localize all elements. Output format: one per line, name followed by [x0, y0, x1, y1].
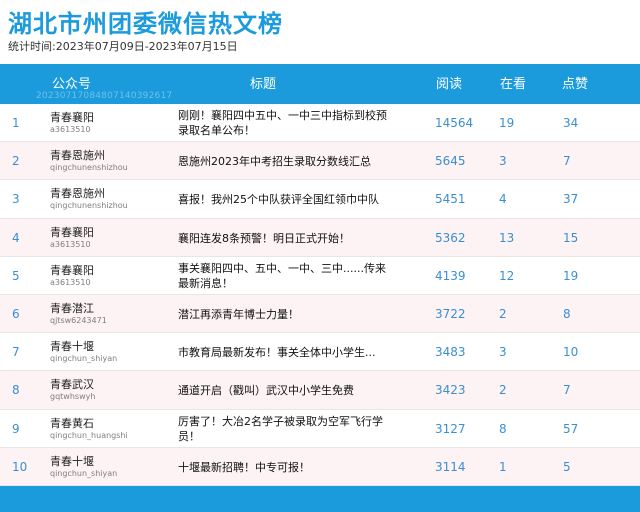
account-id: a3613510: [50, 239, 91, 249]
article-title[interactable]: 通道开启（戳叫）武汉中小学生免费: [178, 383, 393, 398]
account-id: qjtsw6243471: [50, 315, 107, 325]
table-row[interactable]: 7 青春十堰 qingchun_shiyan 市教育局最新发布！事关全体中小学生…: [0, 333, 640, 372]
account-name: 青春恩施州: [50, 187, 105, 201]
read-count: 5645: [435, 154, 466, 169]
row-rank: 10: [12, 459, 28, 474]
read-count: 4139: [435, 268, 466, 283]
page-title: 湖北市州团委微信热文榜: [8, 10, 283, 38]
article-title[interactable]: 刚刚！襄阳四中五中、一中三中指标到校预录取名单公布！: [178, 108, 393, 138]
row-rank: 8: [12, 383, 20, 398]
account-name: 青春襄阳: [50, 225, 94, 239]
account-name: 青春十堰: [50, 340, 94, 354]
read-count: 3127: [435, 421, 466, 436]
footer-bar: [0, 486, 640, 512]
like-count: 7: [563, 383, 571, 398]
article-title[interactable]: 襄阳连发8条预警！明日正式开始！: [178, 231, 393, 246]
table-row[interactable]: 10 青春十堰 qingchun_shiyan 十堰最新招聘！中专可报！ 311…: [0, 447, 640, 486]
account-id: qingchunenshizhou: [50, 163, 128, 173]
read-count: 5362: [435, 230, 466, 245]
looking-count: 2: [499, 306, 507, 321]
like-count: 8: [563, 306, 571, 321]
looking-count: 4: [499, 192, 507, 207]
article-title[interactable]: 恩施州2023年中考招生录取分数线汇总: [178, 154, 393, 169]
account-id: qingchunenshizhou: [50, 201, 128, 211]
looking-count: 3: [499, 154, 507, 169]
article-title[interactable]: 喜报！我州25个中队获评全国红领巾中队: [178, 192, 393, 207]
like-count: 19: [563, 268, 579, 283]
column-header-likes[interactable]: 点赞: [562, 73, 588, 92]
column-header-read[interactable]: 阅读: [436, 73, 462, 92]
read-count: 14564: [435, 116, 474, 130]
column-header-looking[interactable]: 在看: [500, 73, 526, 92]
looking-count: 3: [499, 345, 507, 360]
looking-count: 8: [499, 421, 507, 436]
article-title[interactable]: 十堰最新招聘！中专可报！: [178, 460, 393, 475]
account-name: 青春襄阳: [50, 263, 94, 277]
read-count: 3114: [435, 459, 466, 474]
table-row[interactable]: 9 青春黄石 qingchun_huangshi 厉害了！大冶2名学子被录取为空…: [0, 410, 640, 448]
account-name: 青春武汉: [50, 378, 94, 392]
row-rank: 2: [12, 154, 20, 169]
table-row[interactable]: 5 青春襄阳 a3613510 事关襄阳四中、五中、一中、三中......传来最…: [0, 257, 640, 295]
account-id: qingchun_shiyan: [50, 354, 118, 364]
looking-count: 12: [499, 268, 515, 283]
row-rank: 5: [12, 268, 20, 283]
account-id: a3613510: [50, 277, 91, 287]
article-title[interactable]: 潜江再添青年博士力量！: [178, 307, 393, 322]
like-count: 5: [563, 459, 571, 474]
looking-count: 19: [499, 116, 515, 130]
row-rank: 1: [12, 116, 20, 130]
table-row[interactable]: 8 青春武汉 gqtwhswyh 通道开启（戳叫）武汉中小学生免费 3423 2…: [0, 371, 640, 410]
row-rank: 3: [12, 192, 20, 207]
date-range: 统计时间:2023年07月09日-2023年07月15日: [8, 40, 238, 53]
article-title[interactable]: 厉害了！大冶2名学子被录取为空军飞行学员！: [178, 414, 393, 444]
read-count: 3423: [435, 383, 466, 398]
account-name: 青春十堰: [50, 454, 94, 468]
row-rank: 4: [12, 230, 20, 245]
article-title[interactable]: 市教育局最新发布！事关全体中小学生...: [178, 345, 393, 360]
article-title[interactable]: 事关襄阳四中、五中、一中、三中......传来最新消息！: [178, 261, 393, 291]
read-count: 3483: [435, 345, 466, 360]
read-count: 5451: [435, 192, 466, 207]
table-row[interactable]: 4 青春襄阳 a3613510 襄阳连发8条预警！明日正式开始！ 5362 13…: [0, 218, 640, 257]
read-count: 3722: [435, 306, 466, 321]
like-count: 15: [563, 230, 579, 245]
like-count: 37: [563, 192, 579, 207]
row-rank: 7: [12, 345, 20, 360]
looking-count: 2: [499, 383, 507, 398]
column-header-account[interactable]: 公众号: [52, 73, 91, 92]
like-count: 10: [563, 345, 579, 360]
looking-count: 13: [499, 230, 515, 245]
table-row[interactable]: 1 青春襄阳 a3613510 刚刚！襄阳四中五中、一中三中指标到校预录取名单公…: [0, 104, 640, 143]
looking-count: 1: [499, 459, 507, 474]
table-row[interactable]: 2 青春恩施州 qingchunenshizhou 恩施州2023年中考招生录取…: [0, 142, 640, 181]
account-id: qingchun_huangshi: [50, 430, 128, 440]
account-name: 青春恩施州: [50, 149, 105, 163]
table-row[interactable]: 3 青春恩施州 qingchunenshizhou 喜报！我州25个中队获评全国…: [0, 180, 640, 219]
ranking-table: 1 青春襄阳 a3613510 刚刚！襄阳四中五中、一中三中指标到校预录取名单公…: [0, 104, 640, 486]
table-header: 公众号 标题 阅读 在看 点赞 20230717084807140392617: [0, 64, 640, 104]
account-id: gqtwhswyh: [50, 392, 96, 402]
like-count: 57: [563, 421, 579, 436]
row-rank: 9: [12, 421, 20, 436]
account-name: 青春黄石: [50, 416, 94, 430]
table-row[interactable]: 6 青春潜江 qjtsw6243471 潜江再添青年博士力量！ 3722 2 8: [0, 294, 640, 334]
watermark-code: 20230717084807140392617: [36, 91, 173, 101]
account-id: a3613510: [50, 125, 91, 134]
like-count: 7: [563, 154, 571, 169]
row-rank: 6: [12, 306, 20, 321]
account-name: 青春襄阳: [50, 111, 94, 124]
account-id: qingchun_shiyan: [50, 468, 118, 478]
account-name: 青春潜江: [50, 301, 94, 315]
like-count: 34: [563, 116, 579, 130]
column-header-title[interactable]: 标题: [250, 73, 276, 92]
